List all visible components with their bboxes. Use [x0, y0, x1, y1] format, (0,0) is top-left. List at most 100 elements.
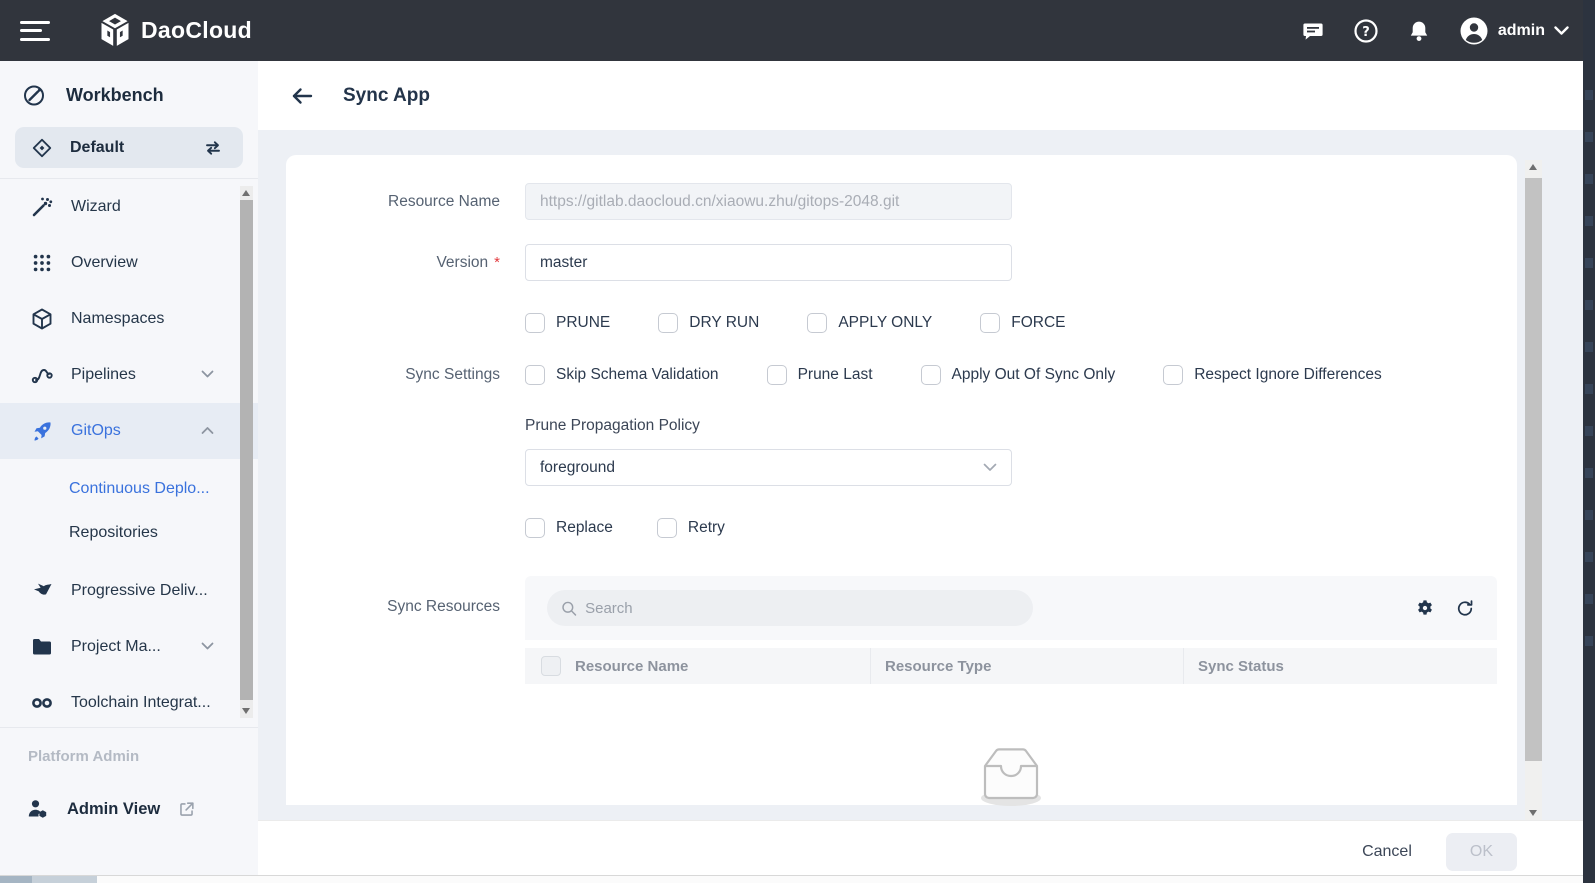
scrollbar-thumb[interactable] [240, 200, 253, 700]
checkbox-dry-run[interactable]: DRY RUN [658, 313, 759, 333]
chevron-up-icon [201, 422, 214, 440]
scroll-down-arrow[interactable] [1529, 810, 1537, 816]
selected-policy-value: foreground [540, 459, 615, 477]
horizontal-scrollbar-thumb[interactable] [0, 876, 97, 883]
checkbox-box[interactable] [1163, 365, 1183, 385]
sidebar-item-gitops[interactable]: GitOps [0, 403, 258, 459]
checkbox-apply-out-of-sync-only[interactable]: Apply Out Of Sync Only [921, 365, 1116, 385]
horizontal-scrollbar[interactable] [0, 875, 1583, 883]
sidebar-item-continuous-deployment[interactable]: Continuous Deplo... [0, 467, 258, 511]
checkbox-force[interactable]: FORCE [980, 313, 1065, 333]
checkbox-box[interactable] [767, 365, 787, 385]
prune-propagation-policy-select[interactable]: foreground [525, 449, 1012, 486]
workspace-selector[interactable]: Default [15, 127, 243, 168]
user-menu[interactable]: admin [1459, 16, 1569, 46]
workspace-name: Default [70, 139, 185, 157]
sidebar: Workbench Default Wizard [0, 61, 258, 883]
search-input[interactable] [585, 600, 1019, 617]
folder-icon [30, 635, 54, 659]
brand-logo: DaoCloud [98, 13, 252, 49]
platform-admin-section-label: Platform Admin [0, 728, 258, 765]
ok-button[interactable]: OK [1446, 833, 1517, 871]
page-footer: Cancel OK [258, 820, 1595, 883]
resource-name-label: Resource Name [286, 193, 500, 211]
sidebar-item-repositories[interactable]: Repositories [0, 511, 258, 555]
column-resource-name: Resource Name [525, 648, 870, 684]
resources-table: Resource Name Resource Type Sync Status [525, 648, 1497, 684]
checkbox-retry[interactable]: Retry [657, 518, 725, 538]
checkbox-prune-last[interactable]: Prune Last [767, 365, 873, 385]
table-header-row: Resource Name Resource Type Sync Status [525, 648, 1497, 684]
notifications-bell-icon[interactable] [1406, 18, 1432, 44]
checkbox-box[interactable] [921, 365, 941, 385]
checkbox-box[interactable] [807, 313, 827, 333]
checkbox-replace[interactable]: Replace [525, 518, 613, 538]
sidebar-scrollbar[interactable] [240, 186, 253, 718]
sidebar-item-project-management[interactable]: Project Ma... [0, 619, 258, 675]
flags-row: PRUNE DRY RUN APPLY ONLY FORCE [286, 313, 1517, 333]
content-scrollbar[interactable] [1525, 160, 1542, 820]
required-asterisk: * [494, 254, 500, 271]
topbar: DaoCloud ? admin [0, 0, 1595, 61]
resources-toolbar [525, 576, 1497, 640]
sidebar-nav: Wizard Overview Namespaces Pipelines [0, 179, 258, 731]
select-all-checkbox[interactable] [541, 656, 561, 676]
wizard-icon [30, 195, 54, 219]
scrollbar-thumb[interactable] [1525, 178, 1542, 761]
settings-gear-icon[interactable] [1415, 598, 1435, 618]
chevron-down-icon [201, 638, 214, 656]
back-arrow-icon[interactable] [290, 83, 316, 109]
external-link-icon [177, 800, 196, 819]
sidebar-item-label: Namespaces [71, 310, 164, 328]
checkbox-box[interactable] [657, 518, 677, 538]
admin-view-label: Admin View [67, 800, 160, 819]
menu-toggle-icon[interactable] [20, 21, 50, 41]
sidebar-subitem-label: Continuous Deplo... [69, 480, 210, 498]
checkbox-apply-only[interactable]: APPLY ONLY [807, 313, 932, 333]
sidebar-subitem-label: Repositories [69, 524, 158, 542]
switch-workspace-icon[interactable] [201, 136, 225, 160]
topbar-actions: ? admin [1300, 16, 1569, 46]
sync-app-form-card: Resource Name Version* PRUNE DRY RUN APP… [286, 155, 1517, 805]
messages-icon[interactable] [1300, 18, 1326, 44]
checkbox-box[interactable] [980, 313, 1000, 333]
page-header: Sync App [258, 61, 1595, 130]
sidebar-item-progressive-delivery[interactable]: Progressive Deliv... [0, 563, 258, 619]
empty-state: No Data [525, 736, 1497, 820]
checkbox-box[interactable] [525, 313, 545, 333]
page-title: Sync App [343, 85, 430, 107]
sidebar-item-toolchain-integration[interactable]: Toolchain Integrat... [0, 675, 258, 731]
namespaces-cube-icon [30, 307, 54, 331]
scroll-up-arrow[interactable] [242, 190, 250, 196]
scroll-up-arrow[interactable] [1529, 164, 1537, 170]
main-area: Sync App Resource Name Version* PRUNE DR… [258, 61, 1595, 883]
username: admin [1498, 22, 1545, 40]
sidebar-item-label: Project Ma... [71, 638, 161, 656]
gitops-rocket-icon [30, 419, 54, 443]
help-icon[interactable]: ? [1353, 18, 1379, 44]
checkbox-box[interactable] [658, 313, 678, 333]
sidebar-item-admin-view[interactable]: Admin View [0, 783, 258, 835]
sidebar-item-overview[interactable]: Overview [0, 235, 258, 291]
refresh-icon[interactable] [1455, 598, 1475, 618]
checkbox-prune[interactable]: PRUNE [525, 313, 610, 333]
checkbox-respect-ignore-differences[interactable]: Respect Ignore Differences [1163, 365, 1382, 385]
scroll-down-arrow[interactable] [242, 708, 250, 714]
version-row: Version* [286, 244, 1517, 281]
admin-user-icon [26, 797, 50, 821]
sidebar-item-wizard[interactable]: Wizard [0, 179, 258, 235]
sidebar-item-workbench[interactable]: Workbench [0, 61, 258, 119]
checkbox-box[interactable] [525, 365, 545, 385]
sidebar-item-pipelines[interactable]: Pipelines [0, 347, 258, 403]
cancel-button[interactable]: Cancel [1362, 843, 1412, 861]
avatar [1459, 16, 1489, 46]
bird-icon [30, 579, 54, 603]
chevron-down-icon [201, 366, 214, 384]
sidebar-item-namespaces[interactable]: Namespaces [0, 291, 258, 347]
version-input[interactable] [525, 244, 1012, 281]
search-box[interactable] [547, 590, 1033, 626]
checkbox-box[interactable] [525, 518, 545, 538]
daocloud-cube-icon [98, 13, 132, 49]
checkbox-skip-schema-validation[interactable]: Skip Schema Validation [525, 365, 719, 385]
sidebar-item-label: GitOps [71, 422, 121, 440]
